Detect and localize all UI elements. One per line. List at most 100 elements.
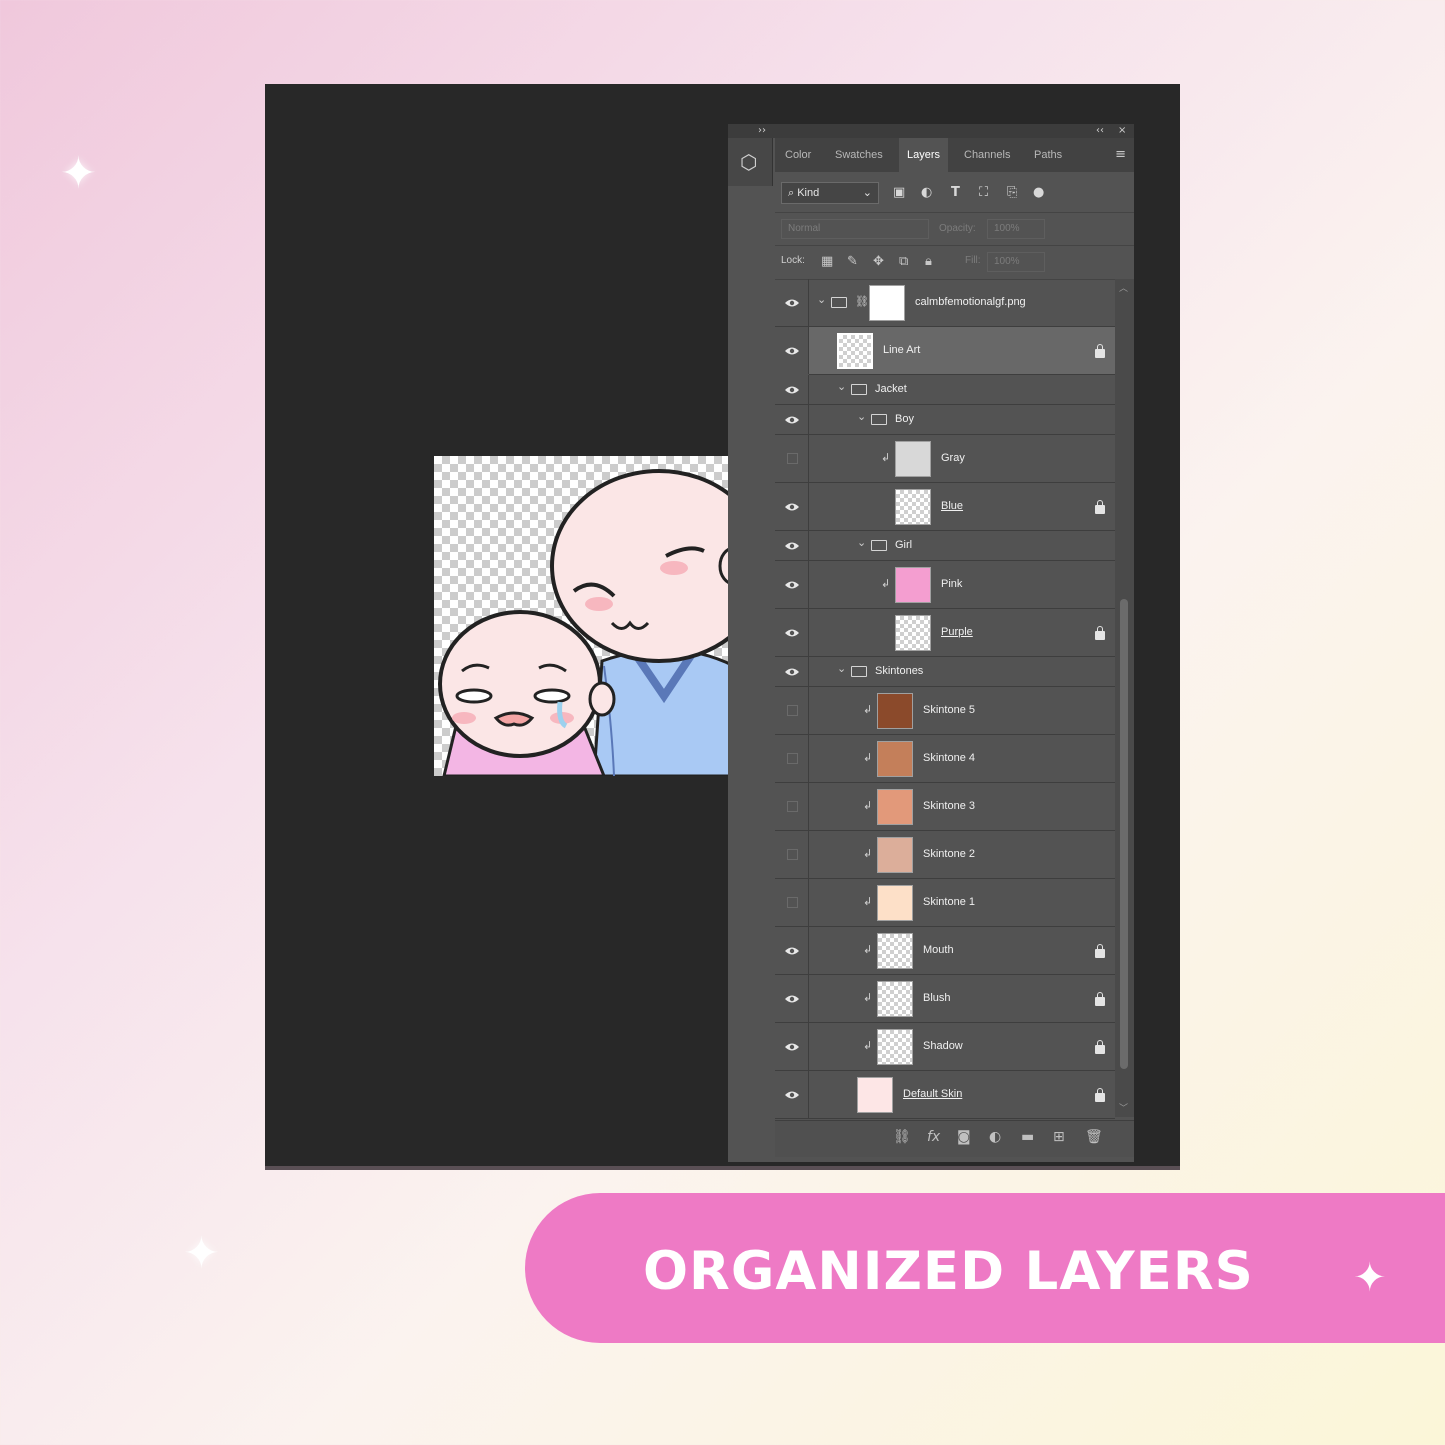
tab-channels[interactable]: Channels [956, 138, 1018, 172]
visibility-toggle[interactable] [775, 1023, 809, 1070]
lock-artboard-icon[interactable]: ⧉ [899, 254, 908, 269]
layer-name[interactable]: Skintone 5 [923, 704, 975, 716]
layer-name[interactable]: Blush [923, 992, 951, 1004]
add-mask-icon[interactable]: ◙ [957, 1129, 971, 1145]
layer-name[interactable]: Mouth [923, 944, 954, 956]
scroll-thumb[interactable] [1120, 599, 1128, 1069]
layer-name[interactable]: Purple [941, 626, 973, 638]
layer-thumbnail[interactable] [877, 789, 913, 825]
group-expand-chevron-icon[interactable]: ⌄ [837, 380, 846, 393]
trash-icon[interactable]: 🗑︎ [1085, 1129, 1103, 1145]
visibility-toggle[interactable] [775, 975, 809, 1022]
lock-transparent-icon[interactable]: ▦ [821, 254, 833, 269]
layer-row[interactable]: ↲ Gray [775, 435, 1115, 483]
layer-name[interactable]: Gray [941, 452, 965, 464]
layer-row[interactable]: ↲ Mouth [775, 927, 1115, 975]
visibility-toggle[interactable] [775, 405, 809, 434]
layer-list-scrollbar[interactable]: ︿ ﹀ [1115, 279, 1134, 1117]
visibility-toggle[interactable] [775, 1071, 809, 1118]
layer-row[interactable]: ⌄ ⛓ calmbfemotionalgf.png [775, 279, 1115, 327]
layer-name[interactable]: Jacket [875, 383, 907, 395]
layer-name[interactable]: Skintones [875, 665, 923, 677]
new-layer-icon[interactable]: ⊞ [1053, 1129, 1065, 1145]
visibility-toggle[interactable] [775, 327, 809, 374]
visibility-toggle[interactable] [775, 375, 809, 404]
layer-name[interactable]: Blue [941, 500, 963, 512]
layer-name[interactable]: Boy [895, 413, 914, 425]
layer-row[interactable]: Default Skin [775, 1071, 1115, 1119]
visibility-toggle[interactable] [775, 783, 809, 830]
layer-row[interactable]: ↲ Blush [775, 975, 1115, 1023]
adjustment-layer-icon[interactable]: ◐ [989, 1129, 1001, 1145]
visibility-toggle[interactable] [775, 483, 809, 530]
layer-name[interactable]: Pink [941, 578, 962, 590]
layer-thumbnail[interactable] [895, 489, 931, 525]
layer-row[interactable]: ↲ Pink [775, 561, 1115, 609]
mask-thumbnail[interactable] [869, 285, 905, 321]
layer-name[interactable]: Skintone 2 [923, 848, 975, 860]
tab-swatches[interactable]: Swatches [827, 138, 891, 172]
tab-paths[interactable]: Paths [1026, 138, 1070, 172]
visibility-toggle[interactable] [775, 609, 809, 656]
layer-row[interactable]: ↲ Skintone 1 [775, 879, 1115, 927]
lock-brush-icon[interactable]: ✎ [847, 254, 858, 269]
visibility-toggle[interactable] [775, 735, 809, 782]
visibility-toggle[interactable] [775, 927, 809, 974]
layer-row[interactable]: ⌄ Jacket [775, 375, 1115, 405]
shape-filter-icon[interactable]: ⛶ [979, 185, 988, 200]
layer-name[interactable]: Skintone 3 [923, 800, 975, 812]
layer-thumbnail[interactable] [895, 441, 931, 477]
layer-row[interactable]: Blue [775, 483, 1115, 531]
layer-row[interactable]: ↲ Skintone 5 [775, 687, 1115, 735]
layer-name[interactable]: Shadow [923, 1040, 963, 1052]
visibility-toggle[interactable] [775, 657, 809, 686]
layer-thumbnail[interactable] [877, 933, 913, 969]
scroll-down-icon[interactable]: ﹀ [1119, 1101, 1128, 1114]
layer-row[interactable]: ↲ Skintone 2 [775, 831, 1115, 879]
kind-filter-select[interactable]: ⌕ Kind ⌄ [781, 182, 879, 204]
layer-thumbnail[interactable] [877, 885, 913, 921]
layer-name[interactable]: Default Skin [903, 1088, 962, 1100]
tab-layers[interactable]: Layers [899, 138, 949, 172]
new-group-icon[interactable]: ▬ [1021, 1129, 1034, 1145]
scroll-up-icon[interactable]: ︿ [1119, 281, 1128, 294]
layer-row[interactable]: Line Art [775, 327, 1115, 375]
fill-field[interactable]: 100% [987, 252, 1045, 272]
layer-row[interactable]: ⌄ Girl [775, 531, 1115, 561]
visibility-toggle[interactable] [775, 831, 809, 878]
group-expand-chevron-icon[interactable]: ⌄ [817, 293, 826, 306]
layer-thumbnail[interactable] [877, 837, 913, 873]
fx-icon[interactable]: fx [927, 1129, 940, 1145]
layer-row[interactable]: Purple [775, 609, 1115, 657]
tab-color[interactable]: Color [777, 138, 819, 172]
filter-toggle-icon[interactable]: ● [1033, 185, 1044, 200]
layer-row[interactable]: ⌄ Skintones [775, 657, 1115, 687]
layer-thumbnail[interactable] [877, 693, 913, 729]
layer-row[interactable]: ↲ Skintone 4 [775, 735, 1115, 783]
layer-thumbnail[interactable] [877, 741, 913, 777]
blend-mode-select[interactable]: Normal [781, 219, 929, 239]
panel-menu-icon[interactable]: ≡ [1115, 147, 1126, 162]
visibility-toggle[interactable] [775, 279, 809, 326]
adjustment-filter-icon[interactable]: ◐ [921, 185, 932, 200]
visibility-toggle[interactable] [775, 879, 809, 926]
group-expand-chevron-icon[interactable]: ⌄ [857, 410, 866, 423]
pixel-filter-icon[interactable]: ▣ [893, 185, 905, 200]
layer-row[interactable]: ↲ Shadow [775, 1023, 1115, 1071]
visibility-toggle[interactable] [775, 687, 809, 734]
opacity-field[interactable]: 100% [987, 219, 1045, 239]
layer-thumbnail[interactable] [877, 1029, 913, 1065]
smart-object-filter-icon[interactable]: ⎘ [1007, 185, 1017, 200]
layer-thumbnail[interactable] [857, 1077, 893, 1113]
layer-thumbnail[interactable] [877, 981, 913, 1017]
group-expand-chevron-icon[interactable]: ⌄ [857, 536, 866, 549]
panel-expand-button[interactable]: ›› [758, 124, 766, 138]
visibility-toggle[interactable] [775, 561, 809, 608]
layer-thumbnail[interactable] [895, 567, 931, 603]
layer-name[interactable]: Line Art [883, 344, 920, 356]
artwork-canvas[interactable] [434, 456, 754, 776]
type-filter-icon[interactable]: T [951, 185, 960, 200]
layer-name[interactable]: calmbfemotionalgf.png [915, 296, 1026, 308]
lock-all-icon[interactable]: 🔒︎ [925, 254, 932, 269]
layer-thumbnail[interactable] [895, 615, 931, 651]
